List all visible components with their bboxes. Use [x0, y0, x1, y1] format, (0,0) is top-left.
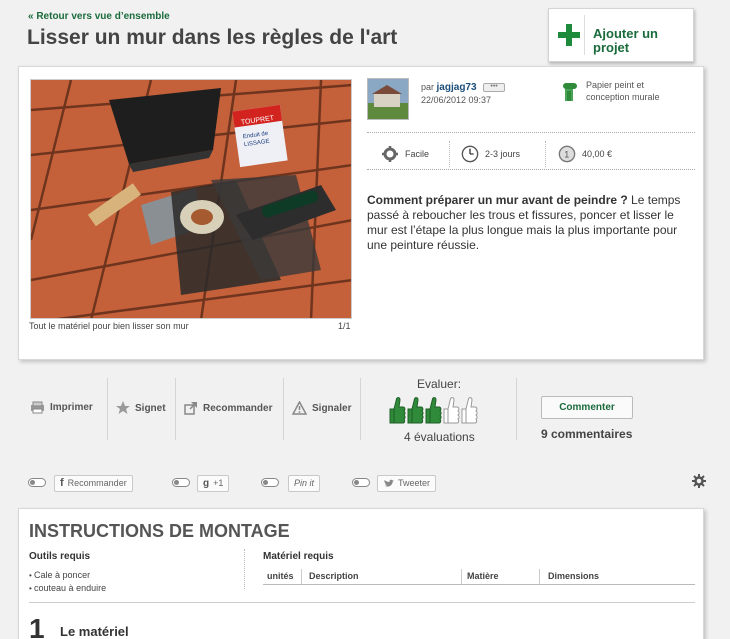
twitter-label: Tweeter — [398, 478, 431, 488]
gear-difficulty-icon — [382, 146, 398, 162]
tools-heading: Outils requis — [29, 551, 91, 562]
comment-button[interactable]: Commenter — [541, 396, 633, 419]
facebook-recommend-button[interactable]: f Recommander — [54, 475, 133, 492]
category-line2: conception murale — [586, 92, 660, 102]
divider — [107, 378, 108, 440]
pinterest-label: Pin it — [294, 478, 315, 488]
comments-count-link[interactable]: 9 commentaires — [541, 427, 632, 441]
tools-photo-illustration: TOUPRET Enduit de LISSAGE — [31, 80, 351, 318]
house-thumbnail — [368, 79, 408, 119]
plus-icon — [553, 15, 585, 55]
author-avatar[interactable] — [367, 78, 409, 120]
facebook-label: Recommander — [67, 478, 127, 488]
col-units: unités — [267, 571, 294, 581]
divider — [367, 132, 695, 133]
category-link[interactable]: Papier peint et conception murale — [586, 79, 696, 103]
difficulty-stat: Facile — [381, 145, 429, 163]
warning-icon — [292, 401, 307, 415]
col-material: Matière — [467, 571, 499, 581]
divider — [545, 141, 546, 167]
back-to-overview-link[interactable]: « Retour vers vue d’ensemble — [28, 11, 170, 22]
summary-lead: Comment préparer un mur avant de peindre… — [367, 193, 628, 207]
divider — [360, 378, 361, 440]
twitter-bird-icon — [384, 479, 394, 487]
add-project-label-line2: projet — [593, 40, 630, 55]
coin-icon: 1 — [558, 145, 576, 163]
report-label: Signaler — [312, 402, 352, 414]
rating-count: 4 évaluations — [404, 430, 475, 444]
step-number: 1 — [29, 613, 45, 639]
author-prefix: par — [421, 82, 435, 92]
printer-icon — [31, 401, 44, 414]
gplus-label: +1 — [213, 478, 224, 488]
add-project-button[interactable]: Ajouter un projet — [548, 8, 694, 62]
divider — [449, 141, 450, 167]
rating-label: Evaluer: — [417, 377, 462, 391]
recommend-label: Recommander — [203, 402, 273, 414]
cost-value: 40,00 € — [582, 149, 613, 159]
facebook-icon: f — [60, 477, 64, 489]
page-title: Lisser un mur dans les règles de l'art — [27, 26, 398, 49]
instructions-card: INSTRUCTIONS DE MONTAGE Outils requis Ma… — [18, 508, 704, 639]
share-icon — [184, 402, 197, 415]
report-button[interactable]: Signaler — [292, 401, 351, 415]
difficulty-value: Facile — [405, 149, 430, 159]
divider — [283, 378, 284, 440]
divider — [516, 378, 517, 440]
gplus-button[interactable]: g +1 — [197, 475, 230, 492]
divider — [29, 602, 695, 603]
bookmark-button[interactable]: Signet — [116, 401, 166, 415]
author-info: par jagjag73 ••• 22/06/2012 09:37 — [421, 81, 506, 107]
tools-list: Cale à poncer couteau à enduire — [29, 569, 106, 595]
duration-stat: 2-3 jours — [461, 145, 520, 163]
step-title: Le matériel — [60, 624, 129, 639]
print-button[interactable]: Imprimer — [30, 401, 93, 414]
pinterest-toggle[interactable] — [261, 478, 279, 487]
star-icon — [116, 401, 130, 414]
divider — [244, 549, 245, 589]
tweet-button[interactable]: Tweeter — [377, 475, 437, 492]
thumb-up-icon[interactable] — [407, 395, 424, 425]
twitter-toggle[interactable] — [352, 478, 370, 487]
tool-item: Cale à poncer — [29, 569, 106, 582]
tool-item: couteau à enduire — [29, 582, 106, 595]
print-label: Imprimer — [50, 402, 93, 413]
photo-counter: 1/1 — [338, 321, 351, 331]
thumb-up-icon[interactable] — [461, 395, 478, 425]
recommend-button[interactable]: Recommander — [184, 401, 272, 415]
gplus-toggle[interactable] — [172, 478, 190, 487]
col-dimensions: Dimensions — [548, 571, 600, 581]
cost-stat: 1 40,00 € — [558, 145, 612, 163]
category-line1: Papier peint et — [586, 80, 645, 90]
rating-thumbs[interactable] — [389, 395, 478, 425]
clock-icon — [461, 145, 479, 163]
duration-value: 2-3 jours — [485, 149, 521, 159]
photo-caption: Tout le matériel pour bien lisser son mu… — [29, 321, 189, 331]
materials-heading: Matériel requis — [263, 551, 334, 562]
wallpaper-roll-icon — [561, 81, 579, 103]
project-photo[interactable]: TOUPRET Enduit de LISSAGE — [30, 79, 352, 319]
divider — [175, 378, 176, 440]
add-project-label-line1: Ajouter un — [593, 26, 658, 41]
col-description: Description — [309, 571, 359, 581]
publish-date: 22/06/2012 09:37 — [421, 95, 492, 105]
author-name-link[interactable]: jagjag73 — [437, 82, 477, 93]
thumb-up-icon[interactable] — [425, 395, 442, 425]
pinterest-button[interactable]: Pin it — [288, 475, 321, 492]
materials-table-header: unités Description Matière Dimensions — [263, 569, 695, 585]
svg-text:1: 1 — [564, 150, 569, 160]
instructions-title: INSTRUCTIONS DE MONTAGE — [29, 521, 290, 541]
bookmark-label: Signet — [135, 402, 166, 414]
gplus-icon: g — [203, 478, 210, 489]
project-summary: Comment préparer un mur avant de peindre… — [367, 193, 697, 253]
facebook-toggle[interactable] — [28, 478, 46, 487]
thumb-up-icon[interactable] — [389, 395, 406, 425]
project-card: TOUPRET Enduit de LISSAGE Tout le matéri… — [18, 66, 704, 360]
divider — [367, 169, 695, 170]
gear-icon[interactable] — [692, 474, 706, 488]
thumb-up-icon[interactable] — [443, 395, 460, 425]
author-more-button[interactable]: ••• — [483, 83, 506, 93]
